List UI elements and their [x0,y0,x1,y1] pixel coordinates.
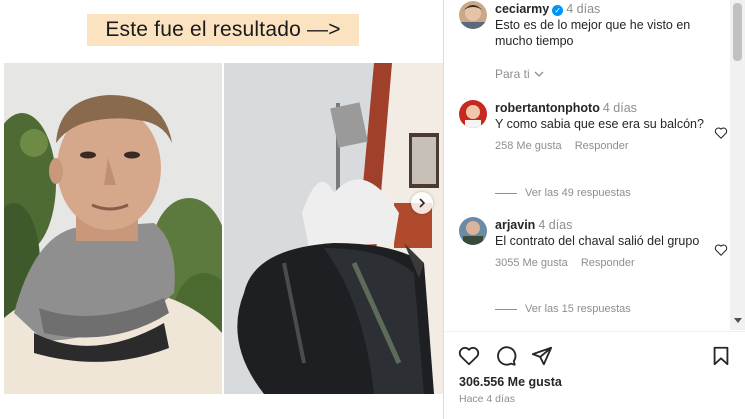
caption-time: 4 días [566,2,601,16]
comment-username[interactable]: robertantonphoto [495,101,600,115]
comment-time: 4 días [602,101,637,115]
comment-icon[interactable] [495,345,517,367]
avatar[interactable] [459,1,487,29]
comments-panel: ceciarmy ✓ 4 días Esto es de lo mejor que … [445,0,745,419]
comments-list[interactable]: ceciarmy ✓ 4 días Esto es de lo mejor que … [445,0,730,330]
comment-filter-dropdown[interactable]: Para ti [495,67,544,81]
heart-icon[interactable] [714,126,728,140]
likes-count[interactable]: 306.556 Me gusta [459,375,562,389]
comment-username[interactable]: arjavin [495,218,535,232]
view-replies-label: Ver las 49 respuestas [525,187,631,199]
filter-label: Para ti [495,67,530,81]
video-frame-balcony [224,63,443,394]
author-username[interactable]: ceciarmy [495,2,549,16]
post-actions: 306.556 Me gusta Hace 4 días [445,331,745,419]
carousel-next-button[interactable] [411,192,433,214]
replies-divider [495,192,517,194]
avatar[interactable] [459,100,487,128]
comment-text: El contrato del chaval salió del grupo [495,234,700,248]
instagram-post-view: Este fue el resultado —> ceciarmy ✓ 4 dí… [0,0,745,419]
chevron-down-icon [534,71,544,77]
post-time-ago: Hace 4 días [459,393,516,405]
scroll-down-arrow-icon[interactable] [734,318,742,323]
bookmark-icon[interactable] [710,345,732,367]
view-replies-button[interactable]: Ver las 49 respuestas [495,187,631,199]
post-media[interactable]: Este fue el resultado —> [0,0,444,419]
comment-likes[interactable]: 258 Me gusta [495,140,562,152]
replies-divider [495,308,517,310]
comment-time: 4 días [538,218,573,232]
reply-button[interactable]: Responder [575,140,629,152]
view-replies-button[interactable]: Ver las 15 respuestas [495,303,631,315]
comment-text: Y como sabia que ese era su balcón? [495,117,704,131]
view-replies-label: Ver las 15 respuestas [525,303,631,315]
caption-text: Esto es de lo mejor que he visto en much… [495,18,691,48]
heart-icon[interactable] [458,345,480,367]
share-icon[interactable] [531,345,553,367]
heart-icon[interactable] [714,243,728,257]
verified-badge-icon: ✓ [552,5,564,16]
comment-likes[interactable]: 3055 Me gusta [495,257,568,269]
avatar[interactable] [459,217,487,245]
chevron-right-icon [419,198,426,208]
comments-scrollbar[interactable] [730,0,745,330]
video-frame-selfie [4,63,222,394]
scrollbar-thumb[interactable] [733,3,742,61]
video-caption: Este fue el resultado —> [87,14,359,46]
reply-button[interactable]: Responder [581,257,635,269]
